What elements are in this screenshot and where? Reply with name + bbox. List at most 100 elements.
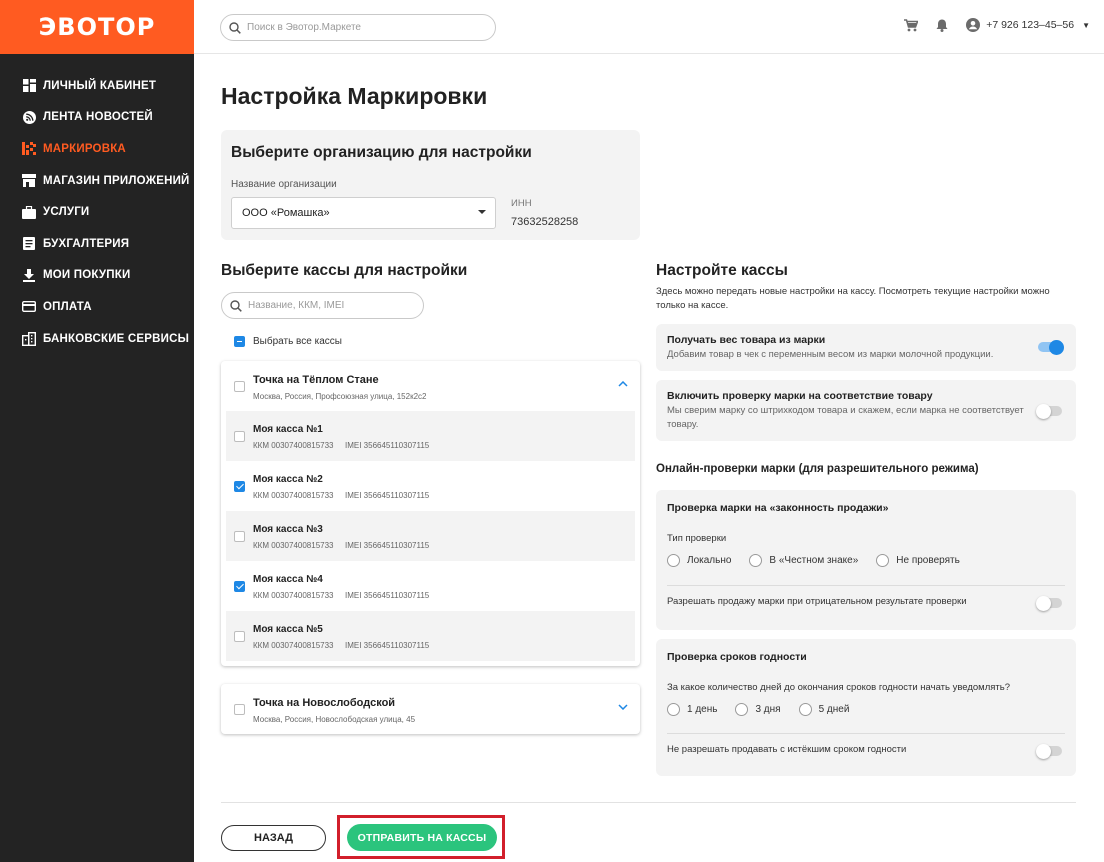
kassa-name: Моя касса №1 [253, 424, 323, 435]
legality-card: Проверка марки на «законность продажи» Т… [656, 490, 1076, 630]
select-all-checkbox[interactable]: Выбрать все кассы [234, 336, 342, 347]
radio-no-check[interactable]: Не проверять [876, 554, 960, 567]
expiry-card: Проверка сроков годности За какое количе… [656, 639, 1076, 776]
search-input[interactable]: Поиск в Эвотор.Маркете [220, 14, 496, 41]
point-name: Точка на Новослободской [253, 697, 396, 709]
verify-option-title: Включить проверку марки на соответствие … [667, 390, 933, 402]
sidebar-item-services[interactable]: УСЛУГИ [0, 196, 194, 228]
sidebar-item-purchases[interactable]: МОИ ПОКУПКИ [0, 260, 194, 292]
dropdown-arrow-icon [478, 210, 486, 214]
point-address: Москва, Россия, Новослободская улица, 45 [253, 715, 416, 724]
kassa-search-input[interactable]: Название, ККМ, IMEI [221, 292, 424, 319]
user-icon[interactable] [966, 18, 981, 32]
point-checkbox[interactable] [234, 704, 245, 715]
radio-3-days[interactable]: 3 дня [735, 703, 781, 716]
divider [667, 733, 1065, 734]
checkbox-indeterminate[interactable] [234, 336, 245, 347]
cart-icon[interactable] [904, 18, 919, 32]
kassa-checkbox[interactable] [234, 631, 245, 642]
forbid-expired-toggle[interactable] [1036, 743, 1062, 759]
point-header[interactable]: Точка на Тёплом Стане Москва, Россия, Пр… [221, 361, 640, 411]
kassa-checkbox[interactable] [234, 431, 245, 442]
card-icon [22, 300, 36, 314]
main-content: Настройка Маркировки Выберите организаци… [194, 55, 1104, 862]
point-card-novoslobodskaya: Точка на Новослободской Москва, Россия, … [221, 684, 640, 734]
expiry-title: Проверка сроков годности [667, 651, 807, 663]
point-header[interactable]: Точка на Новослободской Москва, Россия, … [221, 684, 640, 734]
sidebar-item-news[interactable]: ЛЕНТА НОВОСТЕЙ [0, 102, 194, 134]
allow-sale-label: Разрешать продажу марки при отрицательно… [667, 596, 967, 607]
kassa-row[interactable]: Моя касса №3 ККМ 00307400815733 IMEI 356… [226, 511, 635, 561]
send-to-kassas-button[interactable]: ОТПРАВИТЬ НА КАССЫ [347, 824, 497, 851]
kassa-search-placeholder: Название, ККМ, IMEI [248, 300, 345, 311]
marking-icon [22, 142, 36, 156]
kassa-imei: IMEI 356645110307115 [345, 591, 430, 600]
radio-circle[interactable] [667, 703, 680, 716]
divider [667, 585, 1065, 586]
kassa-row[interactable]: Моя касса №5 ККМ 00307400815733 IMEI 356… [226, 611, 635, 661]
check-type-radio-group: Локально В «Честном знаке» Не проверять [667, 554, 978, 567]
kassa-row[interactable]: Моя касса №1 ККМ 00307400815733 IMEI 356… [226, 411, 635, 461]
sidebar-item-bank[interactable]: БАНКОВСКИЕ СЕРВИСЫ [0, 323, 194, 355]
settings-description: Здесь можно передать новые настройки на … [656, 286, 1050, 311]
logo[interactable]: ЭВОТОР [0, 0, 194, 54]
bell-icon[interactable] [936, 19, 948, 32]
user-phone[interactable]: +7 926 123–45–56 [986, 19, 1074, 31]
radio-circle[interactable] [749, 554, 763, 567]
kassa-checkbox[interactable] [234, 481, 245, 492]
radio-honest-sign[interactable]: В «Честном знаке» [749, 554, 858, 567]
bank-icon [22, 331, 36, 346]
sidebar-item-label: МОИ ПОКУПКИ [43, 269, 131, 282]
accounting-icon [22, 237, 36, 251]
kassa-checkbox[interactable] [234, 531, 245, 542]
allow-sale-toggle[interactable] [1036, 595, 1062, 611]
kassa-kkm: ККМ 00307400815733 [253, 591, 334, 600]
sidebar-item-label: БАНКОВСКИЕ СЕРВИСЫ [43, 332, 190, 345]
radio-5-days[interactable]: 5 дней [798, 703, 850, 716]
weight-option-title: Получать вес товара из марки [667, 334, 826, 346]
verify-toggle[interactable] [1036, 403, 1062, 419]
radio-local[interactable]: Локально [667, 554, 731, 567]
sidebar-item-cabinet[interactable]: ЛИЧНЫЙ КАБИНЕТ [0, 70, 194, 102]
radio-circle[interactable] [876, 554, 890, 567]
chevron-up-icon[interactable] [618, 379, 628, 390]
radio-label: 5 дней [818, 704, 850, 715]
sidebar-item-store[interactable]: МАГАЗИН ПРИЛОЖЕНИЙ [0, 165, 194, 197]
kassa-kkm: ККМ 00307400815733 [253, 441, 334, 450]
point-address: Москва, Россия, Профсоюзная улица, 152к2… [253, 392, 427, 401]
kassa-row[interactable]: Моя касса №2 ККМ 00307400815733 IMEI 356… [226, 461, 635, 511]
download-icon [22, 268, 36, 282]
sidebar-item-marking[interactable]: МАРКИРОВКА [0, 133, 194, 165]
sidebar-item-payment[interactable]: ОПЛАТА [0, 291, 194, 323]
inn-label: ИНН [511, 198, 532, 209]
radio-circle[interactable] [735, 703, 749, 716]
kassa-kkm: ККМ 00307400815733 [253, 541, 334, 550]
sidebar-item-label: МАРКИРОВКА [43, 142, 126, 155]
kassa-row[interactable]: Моя касса №4 ККМ 00307400815733 IMEI 356… [226, 561, 635, 611]
org-heading: Выберите организацию для настройки [231, 144, 532, 161]
chevron-down-icon[interactable]: ▼ [1082, 21, 1090, 30]
store-icon [22, 174, 36, 188]
chevron-down-icon[interactable] [618, 702, 628, 713]
briefcase-icon [22, 205, 36, 219]
search-icon [229, 21, 241, 34]
weight-option-subtitle: Добавим товар в чек с переменным весом и… [667, 349, 994, 360]
weight-toggle[interactable] [1038, 339, 1064, 355]
footer-divider [221, 802, 1076, 803]
sidebar-item-label: ЛИЧНЫЙ КАБИНЕТ [43, 79, 157, 92]
dashboard-icon [22, 79, 36, 93]
radio-1-day[interactable]: 1 день [667, 703, 717, 716]
radio-circle[interactable] [667, 554, 680, 567]
search-icon [230, 299, 242, 312]
sidebar-item-accounting[interactable]: БУХГАЛТЕРИЯ [0, 228, 194, 260]
radio-circle[interactable] [798, 703, 812, 716]
back-button[interactable]: НАЗАД [221, 825, 326, 851]
org-select[interactable]: ООО «Ромашка» [231, 197, 496, 229]
point-checkbox[interactable] [234, 381, 245, 392]
kassa-kkm: ККМ 00307400815733 [253, 491, 334, 500]
kassa-checkbox[interactable] [234, 581, 245, 592]
radio-label: 3 дня [755, 704, 781, 715]
sidebar-item-label: ЛЕНТА НОВОСТЕЙ [43, 111, 153, 124]
top-bar: Поиск в Эвотор.Маркете +7 926 123–45–56 … [194, 0, 1104, 54]
sidebar-item-label: МАГАЗИН ПРИЛОЖЕНИЙ [43, 174, 190, 187]
